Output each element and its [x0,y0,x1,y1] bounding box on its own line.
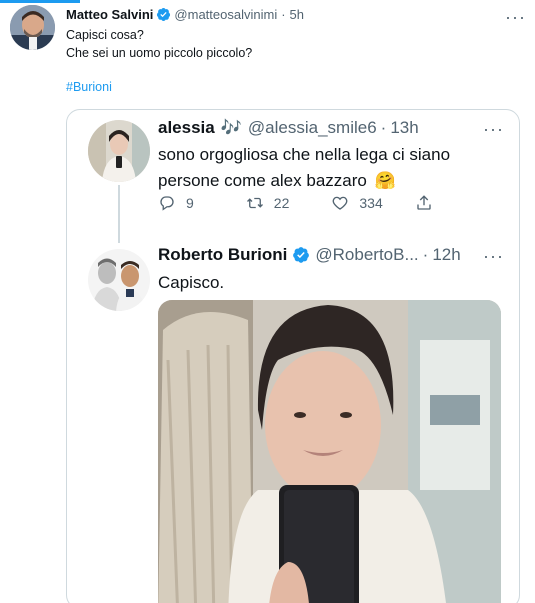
separator-dot: · [380,118,387,137]
like-count: 334 [359,195,383,211]
quoted-tweet-card[interactable]: alessia 🎶 @alessia_smile6 · 13h ··· sono… [66,109,520,603]
share-icon [417,195,431,210]
tweet-time[interactable]: 5h [290,7,304,22]
verified-badge-icon [293,247,310,263]
attached-photo[interactable] [158,300,501,603]
reply-icon [160,196,174,211]
like-icon [332,196,348,210]
reply-text-line2-row: persone come alex bazzaro 🤗 [158,168,396,194]
thread-connector-line [118,185,120,243]
more-options-icon[interactable]: ··· [483,120,504,138]
reply-text-line2: persone come alex bazzaro [158,171,367,190]
author-handle[interactable]: @matteosalvinimi [174,7,277,22]
quoted-time[interactable]: 12h [432,245,460,265]
reply-header: alessia 🎶 @alessia_smile6 · 13h [158,118,419,138]
separator-dot: · [281,7,286,22]
tweet-header: Matteo Salvini @matteosalvinimi · 5h [66,7,304,22]
retweet-action[interactable]: 22 [246,194,290,212]
reply-author-handle[interactable]: @alessia_smile6 [248,118,377,138]
reply-actions-bar: 9 22 334 [158,194,433,212]
quoted-text: Capisco. [158,273,225,292]
quoted-author-name[interactable]: Roberto Burioni [158,245,287,265]
more-options-icon[interactable]: ··· [505,8,526,26]
reply-author-avatar[interactable] [88,120,150,182]
reply-author-name[interactable]: alessia [158,118,215,138]
retweet-icon [246,197,263,209]
share-action[interactable] [415,194,433,212]
music-notes-icon: 🎶 [220,118,242,137]
separator-dot: · [422,245,429,264]
reply-time[interactable]: 13h [390,118,418,138]
hugging-face-emoji: 🤗 [374,171,397,190]
reply-count: 9 [186,195,194,211]
verified-badge-icon [157,7,171,22]
more-options-icon[interactable]: ··· [483,247,504,265]
tweet-text-line2: Che sei un uomo piccolo piccolo? [66,46,253,60]
reply-action[interactable]: 9 [158,194,194,212]
tweet-text-line1: Capisci cosa? [66,28,144,42]
author-name[interactable]: Matteo Salvini [66,7,153,22]
reply-text-line1: sono orgogliosa che nella lega ci siano [158,145,451,164]
author-avatar[interactable] [10,5,55,50]
hashtag-link[interactable]: #Burioni [66,80,112,94]
quoted-author-handle[interactable]: @RobertoB... [315,245,418,265]
quoted-author-avatar[interactable] [88,249,150,311]
retweet-count: 22 [273,195,290,211]
like-action[interactable]: 334 [331,194,383,212]
tweet[interactable]: Matteo Salvini @matteosalvinimi · 5h ···… [0,0,535,603]
quoted-header: Roberto Burioni @RobertoB... · 12h [158,245,461,265]
